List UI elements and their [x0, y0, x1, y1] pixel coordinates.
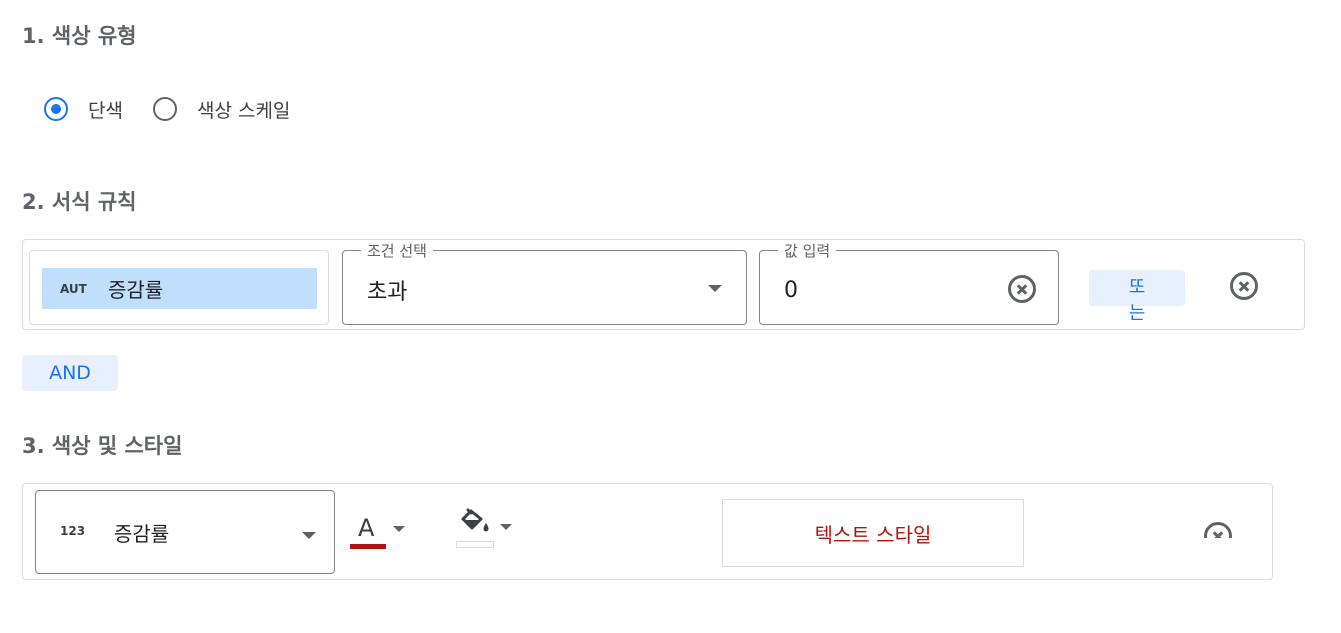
condition-select-label: 조건 선택 [361, 240, 433, 261]
radio-single-color-label[interactable]: 단색 [88, 96, 123, 123]
value-input-value[interactable]: 0 [784, 278, 798, 303]
fill-color-button[interactable] [456, 508, 516, 550]
fill-color-swatch [456, 541, 494, 548]
text-style-preview: 텍스트 스타일 [722, 499, 1024, 567]
value-input-label: 값 입력 [778, 240, 837, 261]
value-input[interactable]: 값 입력 0 [759, 240, 1059, 325]
and-button[interactable]: AND [22, 355, 118, 391]
chevron-down-icon [302, 532, 316, 539]
paint-bucket-icon [461, 508, 489, 532]
text-color-icon: A [358, 514, 375, 542]
radio-color-scale[interactable] [152, 97, 177, 121]
text-color-swatch [350, 544, 386, 549]
color-type-radio-group: 단색 색상 스케일 [44, 90, 290, 128]
metric-name: 증감률 [114, 522, 170, 546]
chevron-down-icon [393, 526, 405, 532]
condition-select-value: 초과 [367, 280, 408, 305]
condition-select[interactable]: 조건 선택 초과 [342, 240, 747, 325]
text-color-button[interactable]: A [350, 514, 410, 550]
remove-style-button[interactable] [1200, 518, 1240, 538]
remove-style-icon [1204, 522, 1232, 538]
chevron-down-icon [708, 285, 722, 292]
remove-rule-button[interactable] [1230, 272, 1260, 302]
field-type-badge: AUT [60, 281, 87, 296]
remove-rule-icon [1230, 272, 1258, 300]
section-title-format-rules: 2. 서식 규칙 [22, 190, 137, 214]
section-title-color-style: 3. 색상 및 스타일 [22, 434, 183, 458]
metric-select[interactable]: 123 증감률 [35, 490, 335, 574]
clear-value-icon[interactable] [1008, 275, 1036, 303]
field-name: 증감률 [108, 278, 164, 302]
rule-field-chip[interactable]: AUT 증감률 [42, 268, 317, 309]
radio-single-color[interactable] [44, 97, 68, 121]
metric-type-badge: 123 [60, 524, 86, 538]
section-title-color-type: 1. 색상 유형 [22, 24, 137, 48]
or-button-label: 또는 [1128, 277, 1146, 324]
chevron-down-icon [500, 524, 512, 530]
or-button[interactable]: 또는 [1089, 270, 1185, 324]
radio-color-scale-label[interactable]: 색상 스케일 [197, 96, 290, 123]
